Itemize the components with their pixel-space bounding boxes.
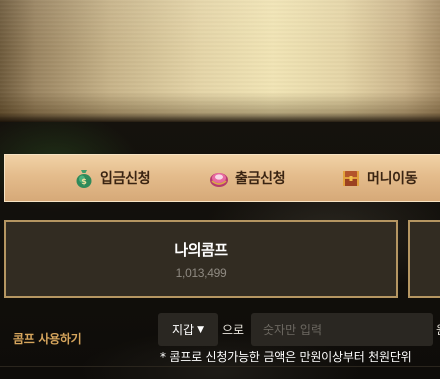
wallet-select-value: 지갑 bbox=[172, 323, 195, 337]
nav-item-deposit[interactable]: $ 입금신청 bbox=[73, 155, 151, 201]
treasure-chest-icon bbox=[340, 167, 362, 189]
next-panel bbox=[408, 220, 440, 298]
nav-withdraw-label: 출금신청 bbox=[235, 171, 286, 187]
money-bag-icon: $ bbox=[73, 167, 95, 189]
divider bbox=[0, 366, 440, 367]
connector-text: 으로 bbox=[222, 323, 245, 337]
wallet-select[interactable]: 지갑 ▼ bbox=[158, 313, 218, 346]
chevron-down-icon: ▼ bbox=[197, 324, 205, 335]
comp-note: * 콤프로 신청가능한 금액은 만원이상부터 천원단위 bbox=[160, 350, 412, 364]
gem-icon bbox=[208, 167, 230, 189]
comp-use-label: 콤프 사용하기 bbox=[13, 332, 82, 346]
svg-text:$: $ bbox=[81, 177, 87, 186]
amount-input[interactable] bbox=[251, 313, 433, 346]
nav-item-money-transfer[interactable]: 머니이동 bbox=[340, 155, 418, 201]
nav-deposit-label: 입금신청 bbox=[100, 171, 151, 187]
nav-tab-bar: $ 입금신청 출금신청 머니이동 bbox=[4, 154, 440, 202]
top-banner bbox=[0, 0, 440, 122]
amount-unit: 원 bbox=[436, 321, 440, 338]
my-comp-panel: 나의콤프 1,013,499 bbox=[4, 220, 398, 298]
my-comp-value: 1,013,499 bbox=[175, 266, 227, 280]
nav-item-withdraw[interactable]: 출금신청 bbox=[208, 155, 286, 201]
my-comp-title: 나의콤프 bbox=[174, 241, 228, 259]
nav-money-transfer-label: 머니이동 bbox=[367, 171, 418, 187]
